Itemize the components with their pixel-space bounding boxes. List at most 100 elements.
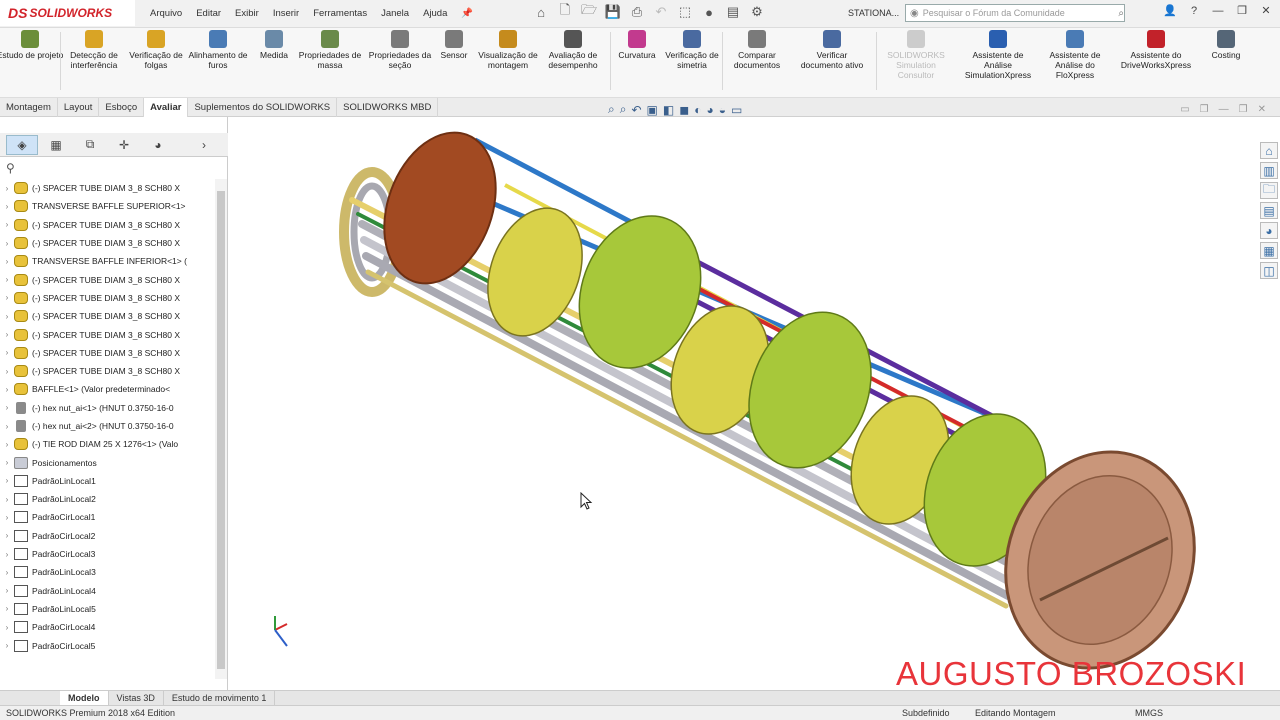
expand-arrow-icon[interactable]: › xyxy=(0,440,14,449)
expand-arrow-icon[interactable]: › xyxy=(0,568,14,577)
edit-appearance-icon[interactable]: ◕ xyxy=(706,103,713,117)
tree-item[interactable]: › (-) SPACER TUBE DIAM 3_8 SCH80 X xyxy=(0,325,215,343)
menu-arquivo[interactable]: Arquivo xyxy=(150,8,182,19)
expand-arrow-icon[interactable]: › xyxy=(0,604,14,613)
view-orientation-icon[interactable]: ◧ xyxy=(663,103,674,117)
tab-montagem[interactable]: Montagem xyxy=(0,98,58,117)
tab-esboco[interactable]: Esboço xyxy=(99,98,145,117)
zoom-to-fit-icon[interactable]: ⌕ xyxy=(608,102,615,117)
tree-scrollbar-thumb[interactable] xyxy=(217,191,225,669)
expand-arrow-icon[interactable]: › xyxy=(0,385,14,394)
expand-arrow-icon[interactable]: › xyxy=(0,367,14,376)
ribbon-button-12[interactable]: Comparar documentos xyxy=(723,30,791,70)
tab-modelo[interactable]: Modelo xyxy=(60,691,109,705)
menu-exibir[interactable]: Exibir xyxy=(235,8,259,19)
expand-arrow-icon[interactable]: › xyxy=(0,495,14,504)
tree-item[interactable]: › (-) SPACER TUBE DIAM 3_8 SCH80 X xyxy=(0,216,215,234)
graphics-viewport[interactable] xyxy=(229,117,1280,690)
ribbon-button-0[interactable]: Estudo de projeto xyxy=(0,30,64,60)
traffic-light-icon[interactable]: ● xyxy=(700,3,718,21)
pin-menu-icon[interactable]: 📌 xyxy=(461,8,473,19)
tab-vistas-3d[interactable]: Vistas 3D xyxy=(109,691,164,705)
expand-arrow-icon[interactable]: › xyxy=(0,202,14,211)
expand-arrow-icon[interactable]: › xyxy=(0,257,14,266)
previous-view-icon[interactable]: ↶ xyxy=(631,103,641,117)
expand-arrow-icon[interactable]: › xyxy=(0,403,14,412)
tree-item[interactable]: › PadrãoCirLocal2 xyxy=(0,527,215,545)
tab-layout[interactable]: Layout xyxy=(58,98,100,117)
expand-arrow-icon[interactable]: › xyxy=(0,239,14,248)
viewport-restore-icon[interactable]: ❐ xyxy=(1200,104,1209,115)
expand-arrow-icon[interactable]: › xyxy=(0,623,14,632)
tree-item[interactable]: › (-) SPACER TUBE DIAM 3_8 SCH80 X xyxy=(0,270,215,288)
tree-item[interactable]: › (-) hex nut_ai<2> (HNUT 0.3750-16-0 xyxy=(0,417,215,435)
minimize-button[interactable]: — xyxy=(1210,5,1226,17)
expand-arrow-icon[interactable]: › xyxy=(0,586,14,595)
search-icon[interactable]: ⌕ xyxy=(1118,8,1124,19)
appearances-icon[interactable]: ◕ xyxy=(1260,222,1278,239)
solidworks-logo[interactable]: DS SOLIDWORKS xyxy=(0,0,135,26)
new-document-icon[interactable]: 🗋 xyxy=(556,2,574,21)
tree-item[interactable]: › PadrãoCirLocal4 xyxy=(0,618,215,636)
ribbon-button-14[interactable]: SOLIDWORKS Simulation Consultor xyxy=(882,30,950,80)
tree-item[interactable]: › TRANSVERSE BAFFLE INFERIOR<1> ( xyxy=(0,252,215,270)
menu-editar[interactable]: Editar xyxy=(196,8,221,19)
menu-janela[interactable]: Janela xyxy=(381,8,409,19)
tab-estudo-movimento[interactable]: Estudo de movimento 1 xyxy=(164,691,276,705)
undo-icon[interactable]: ↶ xyxy=(652,3,670,21)
view-palette-icon[interactable]: ▤ xyxy=(1260,202,1278,219)
tree-item[interactable]: › (-) SPACER TUBE DIAM 3_8 SCH80 X xyxy=(0,362,215,380)
tree-item[interactable]: › PadrãoCirLocal3 xyxy=(0,545,215,563)
heat-exchanger-model[interactable] xyxy=(229,117,1280,690)
display-style-icon[interactable]: ◼ xyxy=(679,103,689,117)
tree-item[interactable]: › (-) hex nut_ai<1> (HNUT 0.3750-16-0 xyxy=(0,399,215,417)
ribbon-button-5[interactable]: Propriedades de massa xyxy=(296,30,364,70)
hide-show-items-icon[interactable]: ◐ xyxy=(694,103,701,117)
panel-expand-arrow-icon[interactable]: › xyxy=(194,135,214,155)
tree-item[interactable]: › PadrãoCirLocal5 xyxy=(0,636,215,654)
configuration-manager-tab-icon[interactable]: ⧉ xyxy=(74,135,106,155)
menu-inserir[interactable]: Inserir xyxy=(273,8,299,19)
custom-properties-icon[interactable]: ▦ xyxy=(1260,242,1278,259)
apply-scene-icon[interactable]: ◒ xyxy=(719,103,726,117)
expand-arrow-icon[interactable]: › xyxy=(0,641,14,650)
section-view-icon[interactable]: ▣ xyxy=(647,103,658,117)
open-folder-icon[interactable]: 🗁 xyxy=(580,2,598,21)
expand-arrow-icon[interactable]: › xyxy=(0,184,14,193)
restore-button[interactable]: ❐ xyxy=(1234,4,1250,17)
property-manager-tab-icon[interactable]: ▦ xyxy=(40,135,72,155)
tree-scrollbar[interactable] xyxy=(215,179,227,679)
tree-item[interactable]: › PadrãoLinLocal1 xyxy=(0,472,215,490)
expand-arrow-icon[interactable]: › xyxy=(0,275,14,284)
expand-arrow-icon[interactable]: › xyxy=(0,458,14,467)
tree-item[interactable]: › TRANSVERSE BAFFLE SUPERIOR<1> xyxy=(0,197,215,215)
save-icon[interactable]: 💾 xyxy=(604,3,622,21)
ribbon-button-2[interactable]: Verificação de folgas xyxy=(122,30,190,70)
expand-arrow-icon[interactable]: › xyxy=(0,550,14,559)
tree-item[interactable]: › PadrãoLinLocal5 xyxy=(0,600,215,618)
expand-arrow-icon[interactable]: › xyxy=(0,531,14,540)
expand-arrow-icon[interactable]: › xyxy=(0,422,14,431)
tree-item[interactable]: › (-) SPACER TUBE DIAM 3_8 SCH80 X xyxy=(0,289,215,307)
view-settings-icon[interactable]: ▭ xyxy=(731,103,742,117)
tab-suplementos[interactable]: Suplementos do SOLIDWORKS xyxy=(188,98,338,117)
user-icon[interactable]: 👤 xyxy=(1162,4,1178,17)
display-manager-tab-icon[interactable]: ◕ xyxy=(142,135,174,155)
tab-avaliar[interactable]: Avaliar xyxy=(144,98,189,117)
tree-item[interactable]: › PadrãoLinLocal2 xyxy=(0,490,215,508)
design-library-icon[interactable]: ▥ xyxy=(1260,162,1278,179)
tree-item[interactable]: › Posicionamentos xyxy=(0,453,215,471)
tree-item[interactable]: › BAFFLE<1> (Valor predeterminado< xyxy=(0,380,215,398)
expand-arrow-icon[interactable]: › xyxy=(0,476,14,485)
tree-item[interactable]: › PadrãoCirLocal1 xyxy=(0,508,215,526)
expand-arrow-icon[interactable]: › xyxy=(0,220,14,229)
expand-arrow-icon[interactable]: › xyxy=(0,348,14,357)
ribbon-button-16[interactable]: Assistente de Análise do FloXpress xyxy=(1041,30,1109,80)
select-arrow-icon[interactable]: ⬚ xyxy=(676,3,694,21)
menu-ajuda[interactable]: Ajuda xyxy=(423,8,447,19)
expand-arrow-icon[interactable]: › xyxy=(0,330,14,339)
tab-mbd[interactable]: SOLIDWORKS MBD xyxy=(337,98,439,117)
options-gear-icon[interactable]: ⚙ xyxy=(748,3,766,21)
viewport-close-icon[interactable]: ✕ xyxy=(1258,104,1266,115)
file-explorer-icon[interactable]: 🗀 xyxy=(1260,182,1278,199)
